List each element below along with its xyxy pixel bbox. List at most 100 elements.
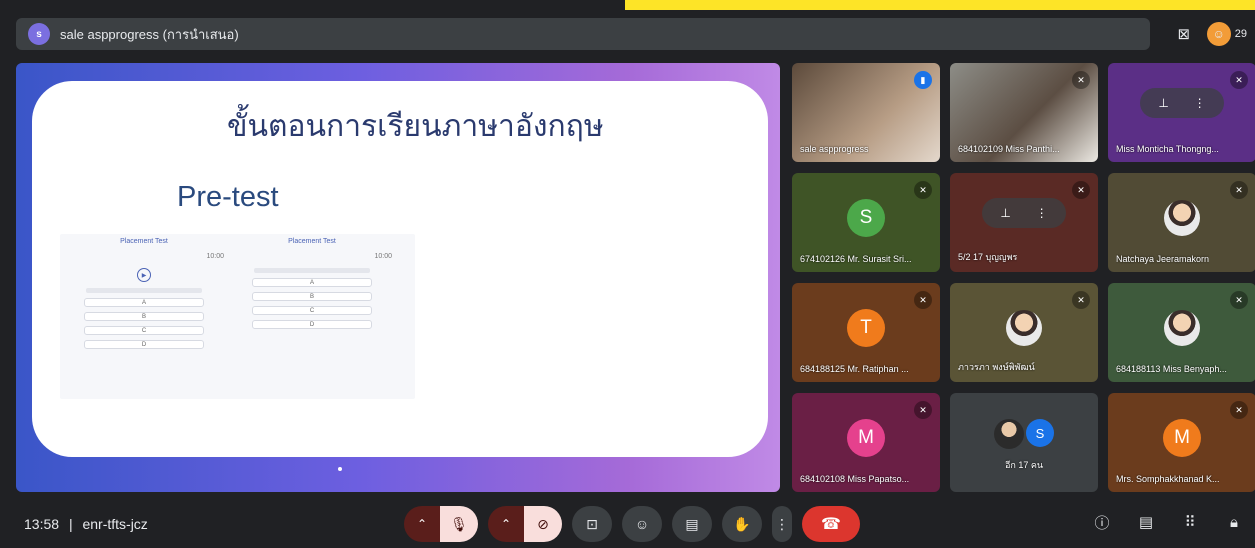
participant-name: 684102109 Miss Panthi... — [958, 144, 1060, 154]
avatar: T — [847, 308, 885, 347]
test-column-right: Placement Test 10:00 A B C D — [232, 238, 392, 334]
participant-tile[interactable]: ✕ T 684188125 Mr. Ratiphan ... — [792, 283, 940, 382]
leave-call-button[interactable]: ☎ — [802, 506, 860, 542]
pin-icon[interactable]: ⊥ — [1158, 96, 1168, 110]
option-right-b: B — [252, 292, 372, 301]
chevron-up-icon[interactable]: ⌃ — [488, 506, 524, 542]
mic-off-icon: ✕ — [1230, 291, 1248, 309]
camera-control-group: ⌃ ⊘ — [488, 506, 562, 542]
presenter-banner: s sale aspprogress (การนำเสนอ) — [16, 18, 1150, 50]
yellow-highlight-bar — [625, 0, 1255, 10]
participant-tile[interactable]: ✕ M 684102108 Miss Papatso... — [792, 393, 940, 492]
avatar — [994, 419, 1024, 449]
option-right-d: D — [252, 320, 372, 329]
participant-tile[interactable]: ✕ ⊥ ⋮ 5/2 17 บุญญพร — [950, 173, 1098, 272]
participant-tile[interactable]: ✕ M Mrs. Somphakkhanad K... — [1108, 393, 1255, 492]
mic-off-icon: ✕ — [914, 401, 932, 419]
avatar: M — [847, 418, 885, 457]
people-count-button[interactable]: ☺ 29 — [1206, 22, 1247, 46]
emoji-icon[interactable]: ☺ — [622, 506, 662, 542]
present-screen-icon[interactable]: ⊡ — [572, 506, 612, 542]
separator: | — [68, 516, 73, 532]
participant-tile[interactable]: ✕ 684102109 Miss Panthi... — [950, 63, 1098, 162]
participant-tile[interactable]: ✕ ⊥ ⋮ Miss Monticha Thongng... — [1108, 63, 1255, 162]
option-left-d: D — [84, 340, 204, 349]
chevron-up-icon[interactable]: ⌃ — [404, 506, 440, 542]
participant-name: Natchaya Jeeramakorn — [1116, 254, 1210, 264]
meet-window: s sale aspprogress (การนำเสนอ) ⊠ ☺ 29 ขั… — [0, 0, 1255, 548]
more-options-icon[interactable]: ⋮ — [1036, 206, 1048, 220]
timer-left: 10:00 — [206, 253, 224, 260]
mic-off-icon: ✕ — [914, 291, 932, 309]
placement-test-screenshot: Placement Test 10:00 ▶ A B C D Placement… — [60, 234, 415, 399]
meeting-code: enr-tfts-jcz — [82, 516, 148, 532]
option-left-c: C — [84, 326, 204, 335]
participant-tile[interactable]: ✕ Natchaya Jeeramakorn — [1108, 173, 1255, 272]
participant-name: Mrs. Somphakkhanad K... — [1116, 474, 1220, 484]
presentation-stage[interactable]: ขั้นตอนการเรียนภาษาอังกฤษ Pre-test Place… — [16, 63, 780, 492]
host-controls-icon[interactable]: 🔒︎ — [1223, 510, 1245, 534]
people-icon: ☺ — [1206, 22, 1231, 46]
participant-tile[interactable]: ✕ ภาวรภา พงษ์พิพัฒน์ — [950, 283, 1098, 382]
avatar: S — [847, 198, 885, 237]
slide-title: ขั้นตอนการเรียนภาษาอังกฤษ — [227, 109, 604, 144]
mic-off-icon: ✕ — [914, 181, 932, 199]
participant-name: 684188113 Miss Benyaph... — [1116, 364, 1227, 374]
question-line — [86, 288, 202, 293]
chat-icon[interactable]: ▤ — [1135, 510, 1157, 534]
others-tile[interactable]: S อีก 17 คน — [950, 393, 1098, 492]
screen-share-off-icon[interactable]: ⊠ — [1171, 21, 1197, 47]
slide: ขั้นตอนการเรียนภาษาอังกฤษ Pre-test Place… — [32, 81, 768, 457]
tile-hover-controls[interactable]: ⊥ ⋮ — [982, 197, 1066, 228]
participant-name: ภาวรภา พงษ์พิพัฒน์ — [958, 362, 1035, 372]
mic-off-icon[interactable]: 🎙︎ — [440, 506, 478, 542]
people-count: 29 — [1234, 28, 1247, 40]
avatar: S — [1026, 419, 1054, 447]
presenter-avatar: s — [28, 23, 50, 45]
captions-icon[interactable]: ▤ — [672, 506, 712, 542]
pin-icon[interactable]: ⊥ — [1000, 206, 1010, 220]
info-icon[interactable]: ⓘ — [1091, 510, 1113, 534]
mic-off-icon: ✕ — [1072, 291, 1090, 309]
participant-tile[interactable]: ▮ sale aspprogress — [792, 63, 940, 162]
participant-tile[interactable]: ✕ S 674102126 Mr. Surasit Sri... — [792, 173, 940, 272]
option-left-b: B — [84, 312, 204, 321]
more-options-icon[interactable]: ⋮ — [772, 506, 792, 542]
participant-name: 5/2 17 บุญญพร — [958, 252, 1018, 262]
participant-name: 684102108 Miss Papatso... — [800, 474, 910, 484]
camera-off-icon[interactable]: ⊘ — [524, 506, 562, 542]
option-right-c: C — [252, 306, 372, 315]
participant-tile[interactable]: ✕ 684188113 Miss Benyaph... — [1108, 283, 1255, 382]
slide-subtitle: Pre-test — [177, 181, 279, 213]
clock: 13:58 — [24, 516, 60, 532]
tile-hover-controls[interactable]: ⊥ ⋮ — [1140, 87, 1224, 118]
meeting-info: 13:58 | enr-tfts-jcz — [24, 516, 148, 532]
avatar — [1164, 309, 1200, 346]
presenter-title: sale aspprogress (การนำเสนอ) — [60, 26, 239, 42]
avatar: M — [1163, 418, 1201, 457]
control-bar: 13:58 | enr-tfts-jcz ⌃ 🎙︎ ⌃ ⊘ ⊡ ☺ ▤ ✋ ⋮ … — [0, 500, 1255, 548]
participant-name: Miss Monticha Thongng... — [1116, 144, 1219, 154]
mic-off-icon: ✕ — [1230, 71, 1248, 89]
participant-name: 684188125 Mr. Ratiphan ... — [800, 364, 909, 374]
participant-name: 674102126 Mr. Surasit Sri... — [800, 254, 912, 264]
test-title-right: Placement Test — [288, 238, 336, 245]
more-options-icon[interactable]: ⋮ — [1194, 96, 1206, 110]
option-left-a: A — [84, 298, 204, 307]
question-line — [254, 268, 370, 273]
side-panel-controls: ⓘ ▤ ⠿ 🔒︎ — [1091, 510, 1245, 534]
speaking-indicator-icon: ▮ — [914, 71, 932, 89]
activities-icon[interactable]: ⠿ — [1179, 510, 1201, 534]
raise-hand-icon[interactable]: ✋ — [722, 506, 762, 542]
mic-off-icon: ✕ — [1072, 181, 1090, 199]
test-column-left: Placement Test 10:00 ▶ A B C D — [64, 238, 224, 354]
play-icon: ▶ — [137, 268, 151, 282]
option-right-a: A — [252, 278, 372, 287]
mic-control-group: ⌃ 🎙︎ — [404, 506, 478, 542]
mic-off-icon: ✕ — [1230, 401, 1248, 419]
test-title-left: Placement Test — [120, 238, 168, 245]
mic-off-icon: ✕ — [1230, 181, 1248, 199]
call-controls: ⌃ 🎙︎ ⌃ ⊘ ⊡ ☺ ▤ ✋ ⋮ ☎ — [404, 506, 860, 542]
slide-position-dot — [338, 467, 342, 471]
others-count: อีก 17 คน — [1004, 460, 1044, 470]
